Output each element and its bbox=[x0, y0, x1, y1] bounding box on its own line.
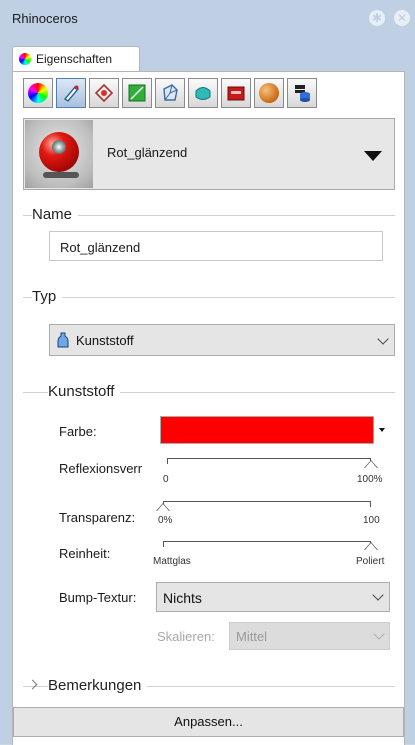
chevron-down-icon bbox=[373, 628, 385, 640]
tab-label: Eigenschaften bbox=[36, 52, 113, 66]
slider-thumb-fill bbox=[365, 461, 377, 468]
transparenz-min: 0% bbox=[158, 515, 173, 526]
toolbar-button-layers[interactable] bbox=[287, 78, 317, 108]
notes-section-title: Bemerkungen bbox=[48, 677, 148, 694]
farbe-label: Farbe: bbox=[59, 424, 97, 439]
toolbar-button-mapping[interactable] bbox=[122, 78, 152, 108]
decal-icon bbox=[94, 83, 114, 103]
layer-stack-icon bbox=[295, 85, 310, 102]
skalieren-value: Mittel bbox=[236, 629, 268, 644]
subdivision-icon bbox=[195, 87, 211, 100]
transparenz-max: 100 bbox=[363, 515, 380, 526]
close-icon[interactable]: ✕ bbox=[394, 10, 410, 26]
bump-label: Bump-Textur: bbox=[59, 590, 137, 605]
tab-eigenschaften[interactable]: Eigenschaften bbox=[12, 46, 140, 73]
type-value: Kunststoff bbox=[76, 333, 134, 348]
divider bbox=[23, 297, 395, 298]
material-brush-icon bbox=[63, 85, 80, 102]
type-dropdown[interactable]: Kunststoff bbox=[49, 324, 395, 356]
name-section-title: Name bbox=[32, 206, 79, 223]
skalieren-label: Skalieren: bbox=[157, 629, 215, 644]
reinheit-max: Poliert bbox=[356, 556, 385, 567]
reinheit-min: Mattglas bbox=[153, 556, 191, 567]
reflexion-min: 0 bbox=[163, 474, 169, 485]
material-selector[interactable]: Rot_glänzend bbox=[23, 118, 395, 190]
color-wheel-icon bbox=[28, 83, 48, 103]
material-preview-icon bbox=[25, 120, 93, 188]
reinheit-slider-track[interactable] bbox=[163, 541, 370, 542]
preview-lens bbox=[52, 140, 66, 154]
reflexion-label: Reflexionsverr bbox=[59, 461, 143, 476]
reflexion-max: 100% bbox=[357, 474, 383, 485]
toolbar-button-object[interactable] bbox=[23, 78, 53, 108]
box-object-icon bbox=[227, 86, 245, 101]
plastic-bottle-icon bbox=[57, 332, 69, 348]
slider-tick bbox=[370, 501, 371, 507]
transparenz-slider-track[interactable] bbox=[163, 501, 370, 502]
slider-thumb-fill bbox=[365, 543, 377, 550]
toolbar-button-environment[interactable] bbox=[254, 78, 284, 108]
toolbar-button-mesh[interactable] bbox=[155, 78, 185, 108]
skalieren-dropdown[interactable]: Mittel bbox=[229, 622, 390, 650]
kunststoff-section-title: Kunststoff bbox=[48, 383, 121, 400]
toolbar-button-box[interactable] bbox=[221, 78, 251, 108]
chevron-down-icon bbox=[377, 333, 389, 345]
properties-window: Rhinoceros ✱ ✕ Eigenschaften Rot_glänzen… bbox=[0, 0, 415, 745]
caret-down-icon[interactable] bbox=[379, 428, 385, 432]
chevron-down-icon bbox=[372, 589, 384, 601]
bump-value: Nichts bbox=[163, 590, 202, 606]
material-name: Rot_glänzend bbox=[107, 145, 188, 160]
bump-dropdown[interactable]: Nichts bbox=[156, 582, 390, 612]
preview-stand bbox=[43, 172, 79, 178]
type-section-title: Typ bbox=[32, 288, 63, 305]
render-mesh-icon bbox=[163, 84, 178, 101]
reflexion-slider-track[interactable] bbox=[167, 458, 370, 459]
environment-sphere-icon bbox=[259, 83, 279, 103]
color-wheel-icon bbox=[19, 53, 31, 65]
title-bar: Rhinoceros ✱ ✕ bbox=[0, 0, 415, 38]
toolbar-button-subd[interactable] bbox=[188, 78, 218, 108]
caret-down-icon[interactable] bbox=[364, 151, 382, 161]
window-title: Rhinoceros bbox=[12, 11, 78, 26]
transparenz-label: Transparenz: bbox=[59, 510, 136, 525]
texture-mapping-icon bbox=[128, 84, 146, 102]
toolbar-button-material[interactable] bbox=[56, 78, 86, 108]
slider-tick bbox=[163, 541, 164, 547]
customize-button[interactable]: Anpassen... bbox=[13, 707, 404, 737]
slider-thumb-fill bbox=[157, 504, 169, 511]
color-swatch[interactable] bbox=[160, 416, 374, 444]
name-field[interactable]: Rot_glänzend bbox=[49, 231, 383, 261]
toolbar-button-decal[interactable] bbox=[89, 78, 119, 108]
gear-icon[interactable]: ✱ bbox=[369, 10, 385, 26]
slider-tick bbox=[167, 458, 168, 464]
properties-panel: Rot_glänzend Name Rot_glänzend Typ Kunst… bbox=[12, 71, 405, 745]
divider bbox=[23, 215, 395, 216]
reinheit-label: Reinheit: bbox=[59, 546, 111, 561]
chevron-right-icon[interactable] bbox=[27, 679, 38, 690]
